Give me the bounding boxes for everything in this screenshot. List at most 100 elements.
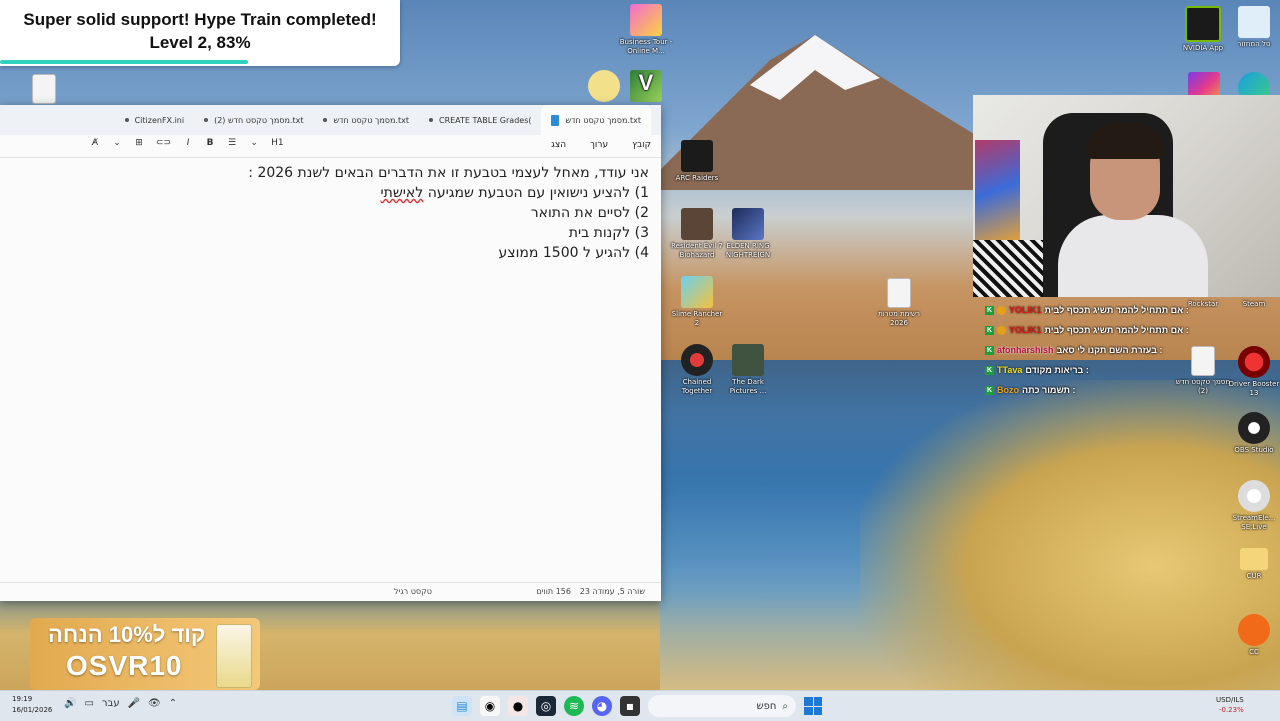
clear-format-icon[interactable]: A̸	[90, 138, 100, 148]
tab-citizenfx[interactable]: CitizenFX.ini	[115, 116, 195, 125]
text-editor[interactable]: אני עודד, מאחל לעצמי בטבעת זו את הדברים …	[248, 163, 649, 263]
search-box[interactable]: חפש ⌕	[648, 695, 796, 717]
unsaved-dot-icon	[323, 118, 328, 122]
desktop-icon-nvidia[interactable]: NVIDIA App	[1175, 6, 1231, 53]
desktop-icon-slime-rancher[interactable]: Slime Rancher 2	[669, 276, 725, 328]
heading-dropdown[interactable]: H1	[271, 138, 284, 148]
notepad-taskbar-icon[interactable]: ▤	[452, 696, 472, 716]
desktop-icon-gta[interactable]: V	[618, 70, 674, 104]
chat-message: K afonharshish : בעזרת השם תקנו לי סאב	[985, 340, 1225, 360]
discord-taskbar-icon[interactable]: ◕	[592, 696, 612, 716]
italic-icon[interactable]: I	[183, 138, 193, 148]
menu-view[interactable]: הצג	[551, 140, 566, 150]
clock[interactable]: 19:19 16/01/2026	[12, 694, 52, 716]
chevron-down-icon[interactable]: ⌄	[249, 138, 259, 148]
chained-together-icon	[681, 344, 713, 376]
format-toolbar: H1 ⌄ ☰ B I ⊂⊃ ⊞ ⌄ A̸	[90, 138, 284, 148]
language-indicator[interactable]: עבר	[102, 698, 120, 709]
search-icon: ⌕	[782, 700, 788, 712]
chrome-taskbar-icon[interactable]: ◉	[480, 696, 500, 716]
desktop-icon-dark-pictures[interactable]: The Dark Pictures ...	[720, 344, 776, 396]
desktop-icon-wishes-file[interactable]: רשימת מטרות 2026	[871, 278, 927, 328]
clock-date: 16/01/2026	[12, 706, 53, 714]
chat-username: YOLIK1	[1009, 325, 1042, 335]
tab-new-text-2[interactable]: מסמך טקסט חדש.txt	[313, 116, 419, 125]
hype-train-banner: Super solid support! Hype Train complete…	[0, 0, 400, 66]
desktop-icon-label: Driver Booster 13	[1228, 380, 1280, 397]
ccleaner-icon	[1238, 614, 1270, 646]
badge-icon: K	[985, 325, 994, 335]
desktop-icon-ccleaner[interactable]: CC	[1226, 614, 1280, 657]
desktop-icon-elden-ring[interactable]: ELDEN RING NIGHTREIGN	[720, 208, 776, 260]
display-icon[interactable]: ▭	[84, 698, 93, 709]
desktop-icon-business-tour[interactable]: Business Tour - Online M...	[618, 4, 674, 56]
tab-create-table[interactable]: CREATE TABLE Grades(	[419, 116, 542, 125]
desktop-icon-label: The Dark Pictures ...	[729, 378, 767, 395]
tab-bar: מסמך טקסט חדש.txt CREATE TABLE Grades( מ…	[0, 105, 661, 135]
text-line: 2) לסיים את התואר	[530, 205, 649, 221]
desktop-icon-resident-evil[interactable]: Resident Evil 7 Biohazard	[669, 208, 725, 260]
perfume-bottle-image	[216, 624, 252, 688]
chat-message: K Bozo : תשמור כתה	[985, 380, 1225, 400]
stream-chat: K YOLIK1 : אם תתחיל להמר תשיג תכסף לבית …	[985, 300, 1225, 400]
system-tray: 🔊 ▭ עבר 🎤 👁 ⌃	[64, 698, 177, 709]
menu-file[interactable]: קובץ	[632, 140, 651, 150]
chevron-up-icon[interactable]: ⌃	[169, 698, 177, 709]
menu-edit[interactable]: ערוך	[590, 140, 608, 150]
notepad-icon	[551, 114, 560, 126]
chat-message: K YOLIK1 : אם תתחיל להמר תשיג תכסף לבית	[985, 320, 1225, 340]
chat-text: : אם תתחיל להמר תשיג תכסף לבית	[1044, 325, 1189, 335]
document-icon	[887, 278, 911, 308]
badge-icon: K	[985, 365, 994, 375]
desktop-icon-driver-booster[interactable]: Driver Booster 13	[1226, 346, 1280, 398]
desktop-icon-textfile[interactable]	[16, 74, 72, 106]
desktop-icon-recycle-bin[interactable]: סל המחזור	[1226, 6, 1280, 49]
tab-new-text-1[interactable]: מסמך טקסט חדש.txt	[541, 105, 651, 135]
status-bar: שורה 5, עמודה 23 156 תווים טקסט רגיל	[0, 582, 661, 601]
tab-label: CitizenFX.ini	[134, 115, 185, 125]
volume-icon[interactable]: 🔊	[64, 698, 76, 709]
stock-name: USD/ILS	[1216, 696, 1244, 704]
table-icon[interactable]: ⊞	[134, 138, 144, 148]
microphone-icon[interactable]: 🎤	[128, 698, 140, 709]
terminal-taskbar-icon[interactable]: ▪	[620, 696, 640, 716]
tab-new-text-3[interactable]: מסמך טקסט חדש (2).txt	[194, 116, 313, 125]
spotify-taskbar-icon[interactable]: ≋	[564, 696, 584, 716]
promo-code: OSVR10	[66, 650, 183, 681]
stock-widget[interactable]: USD/ILS -0.23%	[1216, 695, 1244, 715]
desktop-icon-arc-raiders[interactable]: ARC Raiders	[669, 140, 725, 183]
taskbar-apps: ▤ ◉ ● ◎ ≋ ◕ ▪ חפש ⌕	[452, 695, 822, 717]
cursor-position: שורה 5, עמודה 23	[579, 587, 645, 596]
chat-username: afonharshish	[997, 345, 1054, 355]
steam-taskbar-icon[interactable]: ◎	[536, 696, 556, 716]
paint-taskbar-icon[interactable]: ●	[508, 696, 528, 716]
link-icon[interactable]: ⊂⊃	[156, 138, 171, 148]
sub-badge-icon	[997, 325, 1006, 335]
hidden-icon[interactable]: 👁	[148, 698, 161, 709]
stock-change: -0.23%	[1218, 706, 1244, 714]
wall-art	[975, 140, 1020, 240]
start-button[interactable]	[804, 697, 822, 715]
desktop-icon-steam[interactable]: Steam	[1226, 300, 1280, 309]
text-line: אני עודד, מאחל לעצמי בטבעת זו את הדברים …	[248, 165, 649, 181]
desktop-icon-chained-together[interactable]: Chained Together	[669, 344, 725, 396]
notepad-window[interactable]: מסמך טקסט חדש.txt CREATE TABLE Grades( מ…	[0, 105, 661, 601]
bold-icon[interactable]: B	[205, 138, 215, 148]
chevron-down-icon[interactable]: ⌄	[112, 138, 122, 148]
pillow	[973, 240, 1043, 297]
desktop-icon-label: Business Tour - Online M...	[619, 38, 673, 55]
badge-icon: K	[985, 305, 994, 315]
text-line: 3) לקנות בית	[568, 225, 649, 241]
document-icon	[32, 74, 56, 104]
desktop-icon-streamelements[interactable]: StreamEle... SE.Live	[1226, 480, 1280, 532]
dark-pictures-icon	[732, 344, 764, 376]
chat-text: : אם תתחיל להמר תשיג תכסף לבית	[1044, 305, 1189, 315]
desktop-wallpaper-grass	[860, 380, 1280, 690]
text-format[interactable]: טקסט רגיל	[394, 587, 432, 596]
desktop-icon-cur[interactable]: CUR	[1226, 548, 1280, 581]
list-icon[interactable]: ☰	[227, 138, 237, 148]
driver-booster-icon	[1238, 346, 1270, 378]
desktop-icon-obs[interactable]: OBS Studio	[1226, 412, 1280, 455]
desktop-icon-label: NVIDIA App	[1182, 44, 1224, 52]
person-shirt	[1058, 215, 1208, 297]
